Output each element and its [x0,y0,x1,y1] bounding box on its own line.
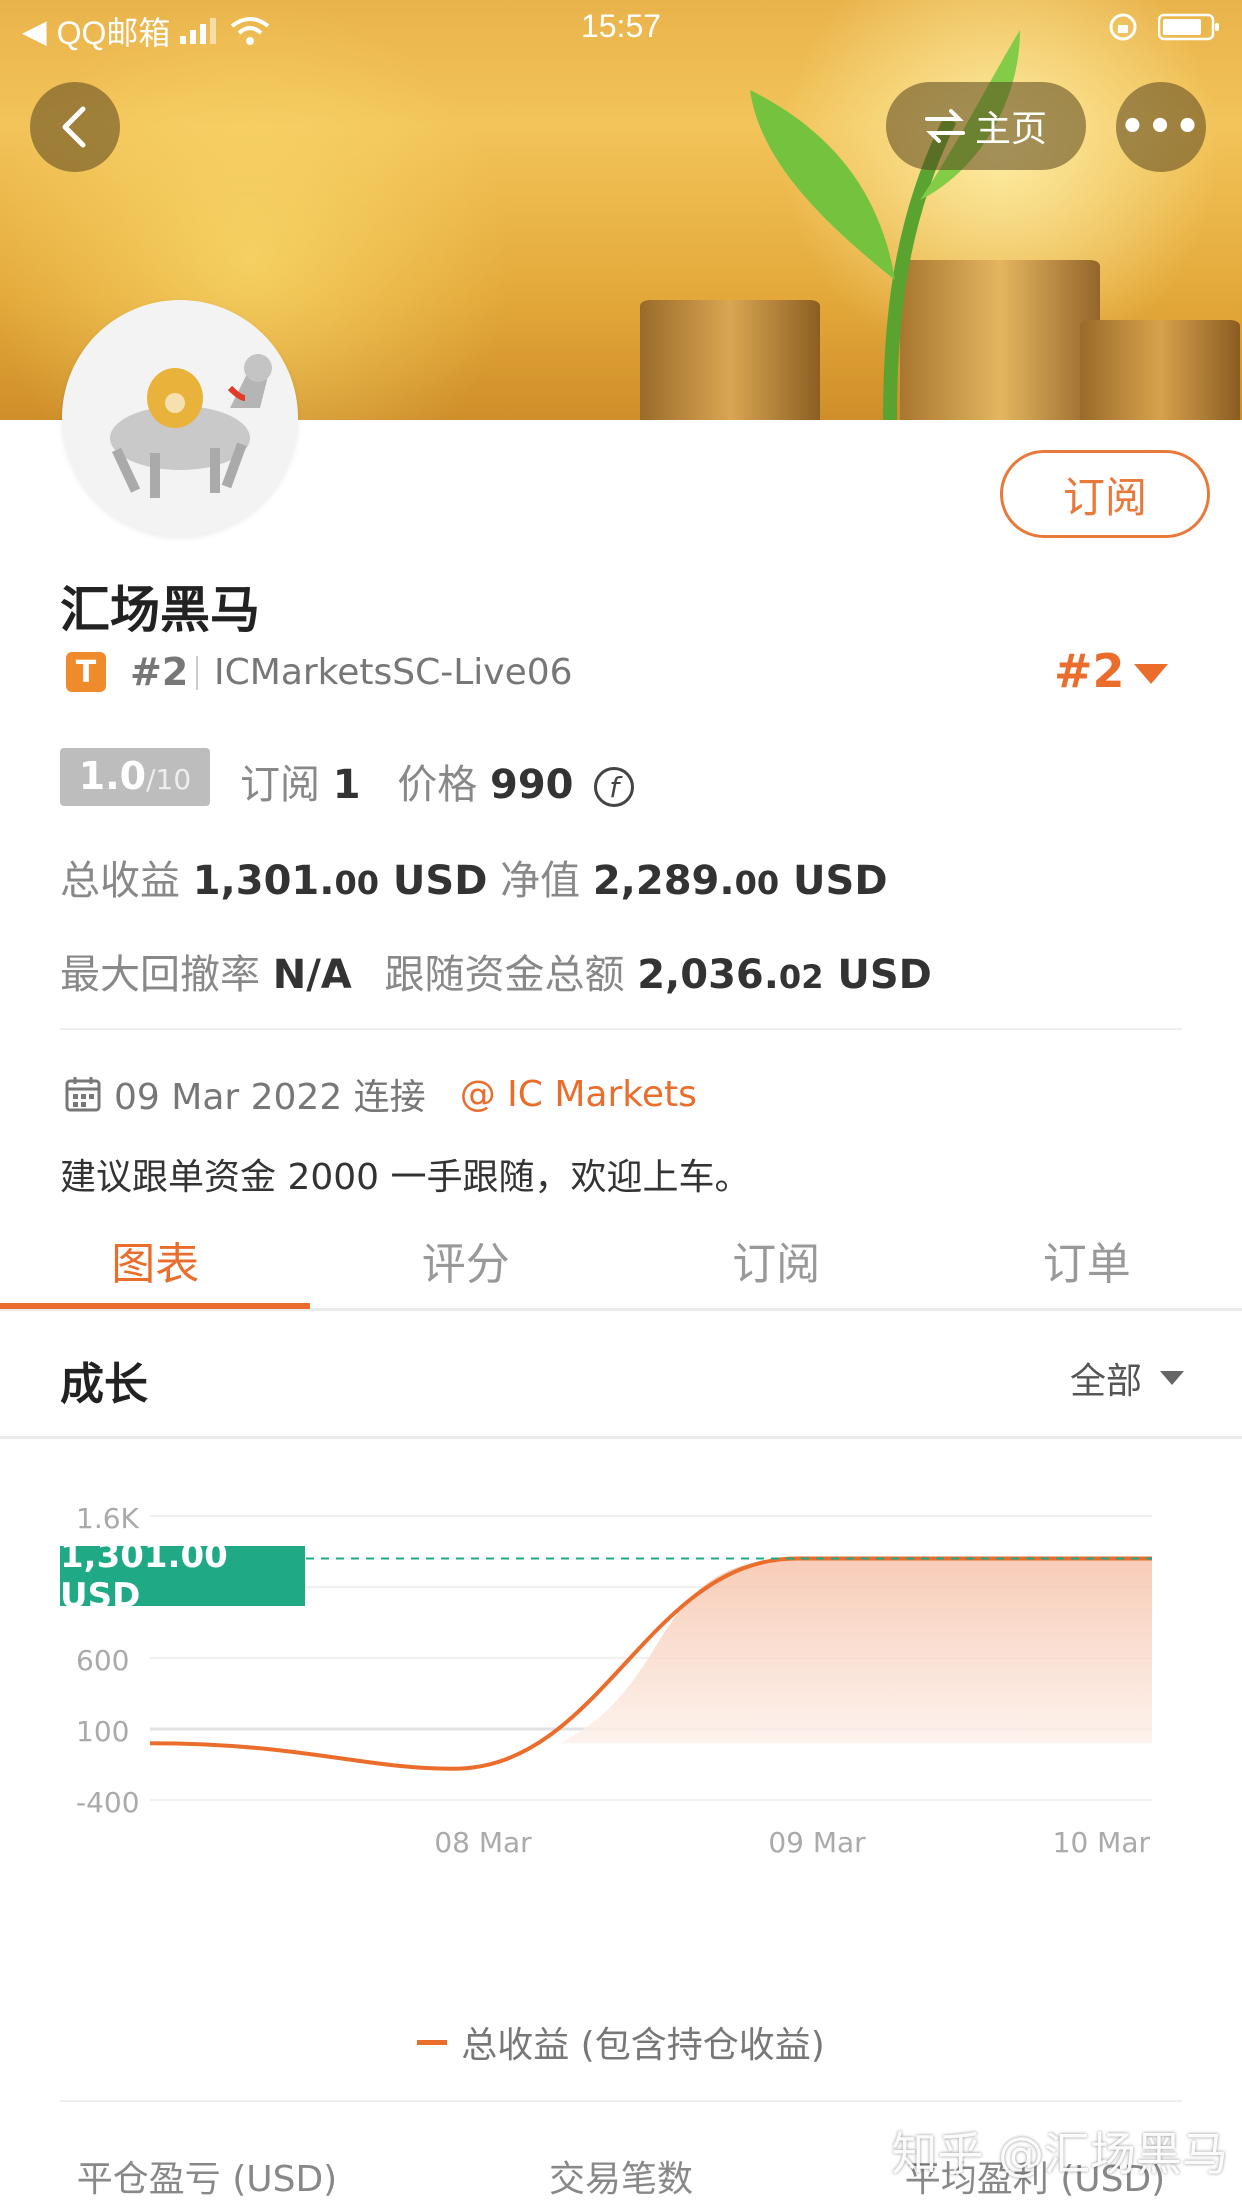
subscribe-stat: 订阅 1 价格 990 f [240,752,635,810]
range-dropdown[interactable]: 全部 [1070,1352,1185,1404]
y-tick-label: 1.6K [76,1502,140,1535]
closed-pnl-label: 平仓盈亏 (USD) [76,2159,338,2200]
status-right [1108,12,1220,42]
swap-icon [924,109,965,143]
more-button[interactable]: ••• [1116,82,1206,172]
home-button[interactable]: 主页 [886,82,1086,170]
rank-small: #2 [130,650,189,694]
rotation-lock-icon [1109,13,1137,41]
back-button[interactable] [30,82,120,172]
tab-bar: 图表 评分 订阅 订单 [0,1210,1242,1310]
home-button-label: 主页 [974,109,1047,150]
equity-unit: USD [793,858,888,904]
avatar [62,300,298,536]
equity-label: 净值 [500,858,581,904]
follow-dec: 02 [778,958,824,996]
total-profit-label: 总收益 [60,858,180,904]
server-name: ICMarketsSC-Live06 [214,652,573,693]
total-profit-dec: 00 [334,864,379,902]
meta-line: 09 Mar 2022 连接 @ IC Markets [64,1068,697,1120]
total-profit-unit: USD [392,858,488,904]
ellipsis-icon: ••• [1119,104,1203,150]
divider [60,1028,1182,1030]
equity-dec: 00 [734,864,780,902]
price-value: 990 [490,762,574,808]
coin-icon: f [594,767,635,807]
caret-down-icon[interactable] [1134,664,1168,684]
price-label: 价格 [397,762,478,808]
calendar-icon [65,1077,101,1112]
score-value: 1.0 [78,754,147,798]
trader-badge: T [66,652,106,692]
connected-date: 09 Mar 2022 连接 [114,1077,426,1118]
tab-subscribe[interactable]: 订阅 [621,1210,932,1310]
battery-icon [1158,13,1219,41]
growth-chart: 1.6K1.1K600100-40008 Mar09 Mar10 Mar [76,1502,1152,1859]
range-value: 全部 [1070,1361,1143,1402]
tab-chart[interactable]: 图表 [0,1210,311,1310]
chart-legend: 总收益 (包含持仓收益) [0,2016,1242,2068]
section-title: 成长 [60,1359,148,1410]
drawdown-stat: 最大回撤率 N/A 跟随资金总额 2,036.02 USD [60,942,932,1000]
drawdown-label: 最大回撤率 [60,952,260,998]
y-tick-label: 100 [76,1715,129,1748]
description: 建议跟单资金 2000 一手跟随，欢迎上车。 [60,1157,751,1198]
follow-label: 跟随资金总额 [384,952,625,998]
x-tick-label: 09 Mar [768,1826,866,1859]
y-tick-label: -400 [76,1786,140,1819]
tab-rating[interactable]: 评分 [311,1210,622,1310]
trade-count-label: 交易笔数 [548,2159,693,2200]
y-tick-label: 600 [76,1644,129,1677]
subscribe-count: 1 [332,762,361,808]
status-time: 15:57 [580,8,662,44]
divider [196,656,198,690]
total-profit-int: 1,301. [192,858,335,904]
subscribe-button[interactable]: 订阅 [1000,450,1210,538]
subscribe-count-label: 订阅 [240,762,320,808]
x-tick-label: 08 Mar [434,1826,532,1859]
watermark: 知乎 @汇场黑马 [891,2127,1228,2181]
equity-int: 2,289. [592,858,735,904]
score-badge: 1.0 /10 [60,748,210,806]
horse-logo-icon [110,354,272,498]
drawdown-value: N/A [272,952,352,998]
divider [60,2100,1182,2102]
score-max: /10 [146,763,192,796]
rank-dropdown[interactable]: #2 [1054,644,1125,698]
profit-stat: 总收益 1,301.00 USD 净值 2,289.00 USD [60,848,888,906]
plant-icon [750,30,1020,420]
x-tick-label: 10 Mar [1053,1826,1151,1859]
tab-orders[interactable]: 订单 [932,1210,1242,1310]
current-value-tag: 1,301.00 USD [60,1536,305,1616]
page-title: 汇场黑马 [60,581,260,639]
caret-down-icon [1160,1371,1185,1385]
follow-int: 2,036. [637,952,779,998]
legend-swatch [417,2039,448,2045]
broker-link[interactable]: @ IC Markets [460,1074,697,1115]
section-divider [0,1436,1242,1439]
status-bar: ◀ QQ邮箱 15:57 [0,0,1242,60]
active-tab-indicator [0,1303,310,1309]
legend-label: 总收益 (包含持仓收益) [461,2025,825,2066]
chevron-left-icon [62,106,86,148]
follow-unit: USD [837,952,932,998]
